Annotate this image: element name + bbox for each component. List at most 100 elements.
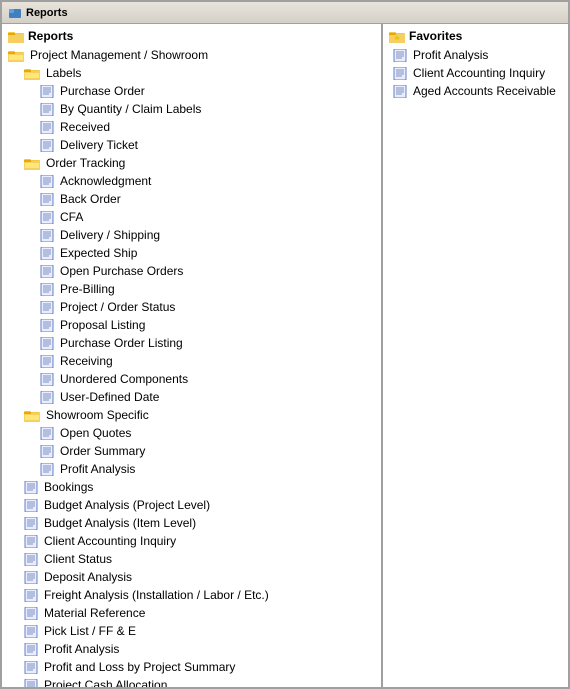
tree-item-label: Material Reference (44, 605, 145, 621)
favorites-container: Profit Analysis Client Accounting Inquir… (385, 46, 566, 100)
fav-label: Profit Analysis (413, 47, 488, 63)
tree-item-label: Acknowledgment (60, 173, 151, 189)
report-icon (24, 661, 38, 674)
tree-item-bookings[interactable]: Bookings (4, 478, 379, 496)
tree-item-label: Receiving (60, 353, 113, 369)
report-icon (24, 517, 38, 530)
right-panel[interactable]: Favorites Profit Analysis Client Account… (383, 24, 568, 687)
tree-item-back-order[interactable]: Back Order (4, 190, 379, 208)
tree-item-cfa[interactable]: CFA (4, 208, 379, 226)
tree-item-purchase-order-listing[interactable]: Purchase Order Listing (4, 334, 379, 352)
tree-item-receiving[interactable]: Receiving (4, 352, 379, 370)
tree-item-project-mgmt[interactable]: Project Management / Showroom (4, 46, 379, 64)
report-icon (40, 229, 54, 242)
tree-item-purchase-order[interactable]: Purchase Order (4, 82, 379, 100)
tree-item-label: Order Tracking (46, 155, 125, 171)
tree-item-open-purchase-orders[interactable]: Open Purchase Orders (4, 262, 379, 280)
report-icon (40, 103, 54, 116)
tree-item-freight-analysis[interactable]: Freight Analysis (Installation / Labor /… (4, 586, 379, 604)
report-icon (24, 553, 38, 566)
tree-item-label: Unordered Components (60, 371, 188, 387)
fav-item-fav-client-accounting[interactable]: Client Accounting Inquiry (385, 64, 566, 82)
tree-item-pre-billing[interactable]: Pre-Billing (4, 280, 379, 298)
tree-item-pick-list[interactable]: Pick List / FF & E (4, 622, 379, 640)
tree-item-label: Deposit Analysis (44, 569, 132, 585)
tree-item-labels[interactable]: Labels (4, 64, 379, 82)
fav-item-fav-profit-analysis[interactable]: Profit Analysis (385, 46, 566, 64)
tree-item-label: Freight Analysis (Installation / Labor /… (44, 587, 269, 603)
tree-item-user-defined-date[interactable]: User-Defined Date (4, 388, 379, 406)
folder-icon (24, 67, 40, 80)
tree-item-material-reference[interactable]: Material Reference (4, 604, 379, 622)
tree-item-delivery-shipping[interactable]: Delivery / Shipping (4, 226, 379, 244)
title-bar: Reports (2, 2, 568, 24)
tree-item-budget-analysis-project[interactable]: Budget Analysis (Project Level) (4, 496, 379, 514)
reports-window: Reports Reports Project Man (0, 0, 570, 689)
report-icon (40, 355, 54, 368)
tree-item-project-cash-allocation[interactable]: Project Cash Allocation (4, 676, 379, 687)
tree-item-label: Pick List / FF & E (44, 623, 136, 639)
tree-item-budget-analysis-item[interactable]: Budget Analysis (Item Level) (4, 514, 379, 532)
tree-item-expected-ship[interactable]: Expected Ship (4, 244, 379, 262)
left-panel-header: Reports (4, 26, 379, 46)
report-icon (24, 589, 38, 602)
report-icon (40, 85, 54, 98)
tree-item-label: Budget Analysis (Project Level) (44, 497, 210, 513)
tree-item-order-tracking[interactable]: Order Tracking (4, 154, 379, 172)
tree-item-label: Profit Analysis (44, 641, 119, 657)
tree-item-open-quotes[interactable]: Open Quotes (4, 424, 379, 442)
report-icon (40, 301, 54, 314)
tree-item-label: By Quantity / Claim Labels (60, 101, 201, 117)
report-icon (40, 445, 54, 458)
tree-item-proposal-listing[interactable]: Proposal Listing (4, 316, 379, 334)
right-panel-title: Favorites (409, 29, 462, 43)
tree-item-order-summary[interactable]: Order Summary (4, 442, 379, 460)
tree-item-received[interactable]: Received (4, 118, 379, 136)
tree-item-label: Labels (46, 65, 81, 81)
tree-item-label: Project / Order Status (60, 299, 175, 315)
report-icon (24, 535, 38, 548)
fav-item-fav-aged-accounts[interactable]: Aged Accounts Receivable (385, 82, 566, 100)
tree-item-label: Project Management / Showroom (30, 47, 208, 63)
tree-item-label: Purchase Order (60, 83, 145, 99)
tree-item-profit-analysis-ss[interactable]: Profit Analysis (4, 460, 379, 478)
tree-item-delivery-ticket[interactable]: Delivery Ticket (4, 136, 379, 154)
window-title: Reports (26, 7, 68, 19)
tree-item-label: Showroom Specific (46, 407, 149, 423)
report-icon (24, 643, 38, 656)
tree-item-profit-analysis[interactable]: Profit Analysis (4, 640, 379, 658)
tree-item-label: Open Purchase Orders (60, 263, 183, 279)
tree-item-showroom-specific[interactable]: Showroom Specific (4, 406, 379, 424)
tree-item-by-quantity[interactable]: By Quantity / Claim Labels (4, 100, 379, 118)
report-icon (24, 571, 38, 584)
tree-item-unordered-components[interactable]: Unordered Components (4, 370, 379, 388)
folder-icon (24, 409, 40, 422)
tree-item-label: Profit Analysis (60, 461, 135, 477)
tree-item-acknowledgment[interactable]: Acknowledgment (4, 172, 379, 190)
tree-item-label: Expected Ship (60, 245, 137, 261)
report-icon (40, 391, 54, 404)
tree-item-client-accounting-inquiry[interactable]: Client Accounting Inquiry (4, 532, 379, 550)
tree-item-deposit-analysis[interactable]: Deposit Analysis (4, 568, 379, 586)
tree-item-label: CFA (60, 209, 83, 225)
report-icon (24, 481, 38, 494)
left-panel[interactable]: Reports Project Management / Showroom La… (2, 24, 383, 687)
content-area: Reports Project Management / Showroom La… (2, 24, 568, 687)
fav-icon (393, 85, 407, 98)
report-icon (24, 499, 38, 512)
tree-item-client-status[interactable]: Client Status (4, 550, 379, 568)
report-icon (40, 265, 54, 278)
tree-item-project-order-status[interactable]: Project / Order Status (4, 298, 379, 316)
folder-icon (24, 157, 40, 170)
report-icon (40, 283, 54, 296)
report-icon (40, 247, 54, 260)
fav-icon (393, 67, 407, 80)
favorites-folder-icon (389, 30, 405, 43)
tree-item-label: Pre-Billing (60, 281, 115, 297)
report-icon (40, 427, 54, 440)
tree-item-label: Budget Analysis (Item Level) (44, 515, 196, 531)
tree-item-profit-loss-project[interactable]: Profit and Loss by Project Summary (4, 658, 379, 676)
report-icon (40, 121, 54, 134)
reports-folder-icon (8, 30, 24, 43)
report-icon (40, 373, 54, 386)
